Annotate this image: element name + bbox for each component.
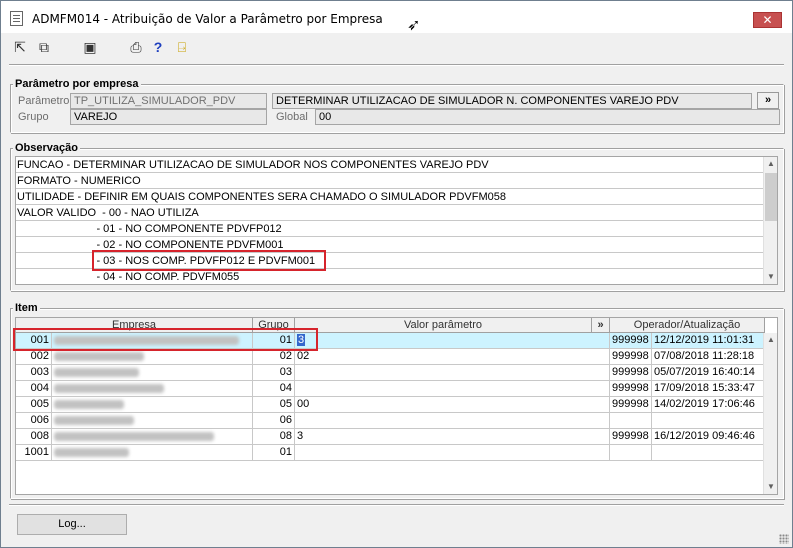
- valor-cell[interactable]: 02: [295, 349, 610, 365]
- header-operador[interactable]: Operador/Atualização: [610, 318, 765, 333]
- mouse-cursor-icon: ➶: [407, 17, 421, 34]
- title-bar: ADMFM014 - Atribuição de Valor a Parâmet…: [1, 1, 792, 33]
- operador-cell: [610, 413, 652, 429]
- parametro-field[interactable]: TP_UTILIZA_SIMULADOR_PDV: [70, 93, 267, 109]
- scroll-thumb[interactable]: [765, 173, 777, 221]
- first-record-icon[interactable]: ⇱: [11, 38, 29, 56]
- observacao-legend: Observação: [13, 142, 80, 154]
- grupo-cell: 04: [253, 381, 295, 397]
- valor-cell[interactable]: 3: [295, 429, 610, 445]
- data-cell: [652, 445, 765, 461]
- valor-cell[interactable]: 3: [295, 333, 610, 349]
- param-group-legend: Parâmetro por empresa: [13, 78, 141, 90]
- valor-cell[interactable]: [295, 381, 610, 397]
- table-row[interactable]: 1001 01: [16, 445, 766, 461]
- header-valor[interactable]: Valor parâmetro: [295, 318, 592, 333]
- parametro-more-button[interactable]: »: [757, 92, 779, 109]
- table-row[interactable]: 008 08 3 999998 16/12/2019 09:46:46: [16, 429, 766, 445]
- log-button[interactable]: Log...: [17, 514, 127, 535]
- global-label: Global: [276, 111, 308, 123]
- grupo-cell: 02: [253, 349, 295, 365]
- empresa-name: [52, 413, 253, 429]
- help-icon[interactable]: ?: [149, 38, 167, 56]
- empresa-code: 003: [16, 365, 52, 381]
- item-grid-scrollbar[interactable]: ▲ ▼: [763, 333, 777, 494]
- highlight-box: [92, 250, 326, 271]
- valor-cell[interactable]: [295, 365, 610, 381]
- empresa-code: 004: [16, 381, 52, 397]
- valor-cell[interactable]: [295, 413, 610, 429]
- data-cell: 14/02/2019 17:06:46: [652, 397, 765, 413]
- data-cell: [652, 413, 765, 429]
- data-cell: 05/07/2019 16:40:14: [652, 365, 765, 381]
- empresa-name: [52, 365, 253, 381]
- footer-separator: [9, 504, 784, 506]
- resize-grip-icon[interactable]: [779, 534, 789, 544]
- data-cell: 07/08/2018 11:28:18: [652, 349, 765, 365]
- scroll-up-icon[interactable]: ▲: [764, 333, 777, 347]
- empresa-name: [52, 349, 253, 365]
- operador-cell: 999998: [610, 349, 652, 365]
- grupo-cell: 06: [253, 413, 295, 429]
- empresa-code: 008: [16, 429, 52, 445]
- valor-cell[interactable]: 00: [295, 397, 610, 413]
- data-cell: 12/12/2019 11:01:31: [652, 333, 765, 349]
- print-icon[interactable]: ⎙: [127, 38, 145, 56]
- empresa-code: 1001: [16, 445, 52, 461]
- main-window: ADMFM014 - Atribuição de Valor a Parâmet…: [0, 0, 793, 548]
- empresa-name: [52, 381, 253, 397]
- highlight-box: [13, 328, 318, 351]
- close-button[interactable]: ✕: [753, 12, 782, 28]
- operador-cell: 999998: [610, 365, 652, 381]
- observacao-line: VALOR VALIDO - 00 - NAO UTILIZA: [16, 205, 764, 221]
- observacao-line: FUNCAO - DETERMINAR UTILIZACAO DE SIMULA…: [16, 157, 764, 173]
- document-icon: [10, 11, 23, 26]
- grupo-label: Grupo: [18, 111, 49, 123]
- operador-cell: 999998: [610, 381, 652, 397]
- observacao-line: - 01 - NO COMPONENTE PDVFP012: [16, 221, 764, 237]
- grupo-cell: 03: [253, 365, 295, 381]
- operador-cell: 999998: [610, 397, 652, 413]
- window-title: ADMFM014 - Atribuição de Valor a Parâmet…: [32, 12, 383, 26]
- header-more-button[interactable]: »: [592, 318, 610, 333]
- table-row[interactable]: 003 03 999998 05/07/2019 16:40:14: [16, 365, 766, 381]
- observacao-line: FORMATO - NUMERICO: [16, 173, 764, 189]
- grupo-cell: 05: [253, 397, 295, 413]
- item-legend: Item: [13, 302, 40, 314]
- empresa-code: 002: [16, 349, 52, 365]
- toolbar-separator: [9, 64, 784, 66]
- operador-cell: 999998: [610, 429, 652, 445]
- scroll-down-icon[interactable]: ▼: [764, 480, 777, 494]
- scroll-down-icon[interactable]: ▼: [764, 270, 777, 284]
- parametro-description-field[interactable]: DETERMINAR UTILIZACAO DE SIMULADOR N. CO…: [272, 93, 752, 109]
- grupo-cell: 01: [253, 445, 295, 461]
- table-row[interactable]: 006 06: [16, 413, 766, 429]
- empresa-name: [52, 397, 253, 413]
- observacao-line: UTILIDADE - DEFINIR EM QUAIS COMPONENTES…: [16, 189, 764, 205]
- table-row[interactable]: 004 04 999998 17/09/2018 15:33:47: [16, 381, 766, 397]
- observacao-scrollbar[interactable]: ▲ ▼: [763, 157, 777, 284]
- table-row[interactable]: 002 02 02 999998 07/08/2018 11:28:18: [16, 349, 766, 365]
- grupo-field[interactable]: VAREJO: [70, 109, 267, 125]
- empresa-name: [52, 445, 253, 461]
- empresa-name: [52, 429, 253, 445]
- copy-record-icon[interactable]: ⧉: [35, 38, 53, 56]
- operador-cell: 999998: [610, 333, 652, 349]
- observacao-line: - 04 - NO COMP. PDVFM055: [16, 269, 764, 284]
- data-cell: 16/12/2019 09:46:46: [652, 429, 765, 445]
- save-icon[interactable]: ▣: [81, 38, 99, 56]
- empresa-code: 005: [16, 397, 52, 413]
- data-cell: 17/09/2018 15:33:47: [652, 381, 765, 397]
- scroll-up-icon[interactable]: ▲: [764, 157, 777, 171]
- parametro-label: Parâmetro: [18, 95, 70, 107]
- empresa-code: 006: [16, 413, 52, 429]
- table-row[interactable]: 005 05 00 999998 14/02/2019 17:06:46: [16, 397, 766, 413]
- operador-cell: [610, 445, 652, 461]
- exit-door-icon[interactable]: ⍈: [173, 38, 191, 56]
- global-field[interactable]: 00: [315, 109, 780, 125]
- valor-cell[interactable]: [295, 445, 610, 461]
- grupo-cell: 08: [253, 429, 295, 445]
